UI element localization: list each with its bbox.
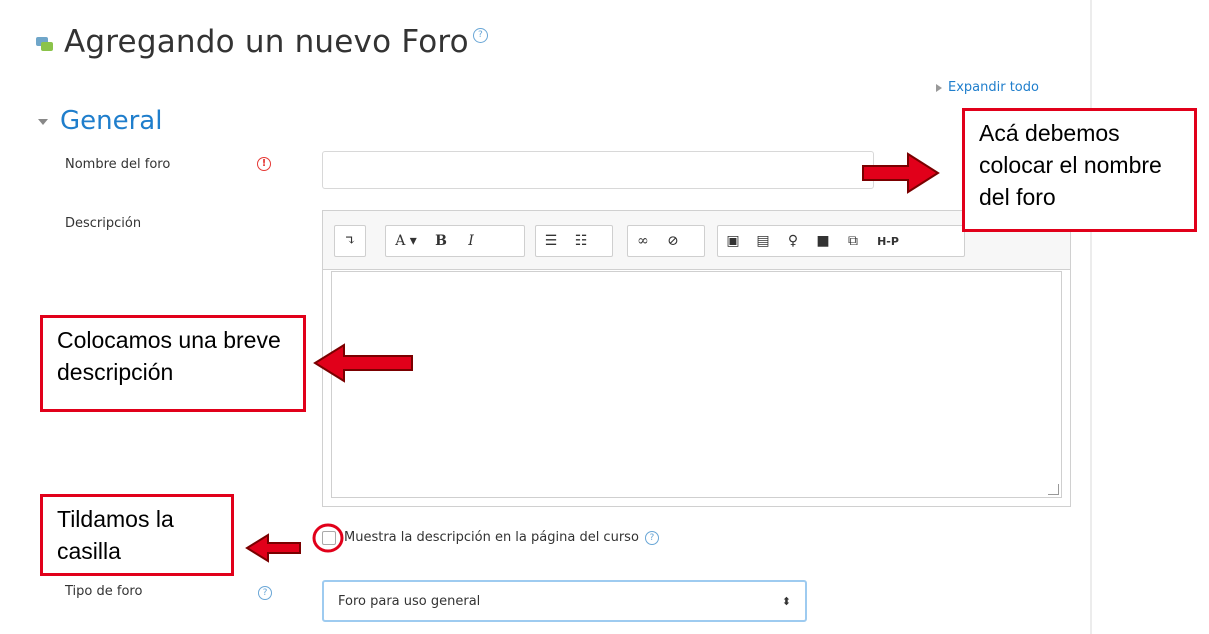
bold-button[interactable]: B <box>426 226 456 256</box>
annotation-name-note: Acá debemos colocar el nombre del foro <box>962 108 1197 232</box>
arrow-right-icon <box>862 152 940 194</box>
arrow-left-icon <box>245 533 301 563</box>
show-description-label: Muestra la descripción en la página del … <box>344 530 639 545</box>
unlink-button[interactable]: ⊘ <box>658 226 688 256</box>
h5p-button[interactable]: H-P <box>868 226 908 256</box>
record-audio-button[interactable]: ♀ <box>778 226 808 256</box>
arrow-left-icon <box>313 343 413 383</box>
annotation-description-note: Colocamos una breve descripción <box>40 315 306 412</box>
page-border <box>1090 0 1092 634</box>
toolbar-group-collapse: ↴ <box>334 225 366 257</box>
required-icon: ! <box>257 157 271 171</box>
toolbar-group-lists: ☰ ☷ <box>535 225 613 257</box>
paragraph-style-button[interactable]: A ▾ <box>386 226 426 256</box>
media-button[interactable]: ▤ <box>748 226 778 256</box>
expand-all-label: Expandir todo <box>948 80 1039 95</box>
help-icon[interactable]: ? <box>258 586 272 600</box>
forum-name-label: Nombre del foro <box>65 157 171 172</box>
link-button[interactable]: ∞ <box>628 226 658 256</box>
page-title: Agregando un nuevo Foro <box>64 24 469 60</box>
select-arrows-icon: ⬍ <box>781 594 791 608</box>
description-textarea[interactable] <box>331 271 1062 498</box>
section-title: General <box>60 106 163 136</box>
resize-handle[interactable] <box>1048 484 1059 495</box>
expand-all-link[interactable]: Expandir todo <box>936 80 1039 95</box>
forum-type-value: Foro para uso general <box>338 593 481 609</box>
editor-toolbar: ↴ A ▾ B I ☰ ☷ ∞ ⊘ ▣ ▤ ♀ ■ ⧉ H-P <box>323 211 1070 270</box>
italic-button[interactable]: I <box>456 226 486 256</box>
record-video-button[interactable]: ■ <box>808 226 838 256</box>
page-header: Agregando un nuevo Foro ? <box>36 24 488 60</box>
unordered-list-button[interactable]: ☰ <box>536 226 566 256</box>
forum-name-input[interactable] <box>322 151 874 189</box>
manage-files-button[interactable]: ⧉ <box>838 226 868 256</box>
toolbar-group-links: ∞ ⊘ <box>627 225 705 257</box>
collapse-toolbar-button[interactable]: ↴ <box>335 226 365 256</box>
description-editor: ↴ A ▾ B I ☰ ☷ ∞ ⊘ ▣ ▤ ♀ ■ ⧉ H-P <box>322 210 1071 507</box>
toolbar-group-media: ▣ ▤ ♀ ■ ⧉ H-P <box>717 225 965 257</box>
chevron-down-icon <box>38 119 48 125</box>
forum-type-label: Tipo de foro <box>65 584 143 599</box>
annotation-checkbox-note: Tildamos la casilla <box>40 494 234 576</box>
toolbar-group-format: A ▾ B I <box>385 225 525 257</box>
show-description-row: Muestra la descripción en la página del … <box>322 530 659 545</box>
help-icon[interactable]: ? <box>472 27 488 43</box>
image-button[interactable]: ▣ <box>718 226 748 256</box>
forum-icon <box>36 35 56 55</box>
ordered-list-button[interactable]: ☷ <box>566 226 596 256</box>
description-label: Descripción <box>65 216 142 231</box>
triangle-right-icon <box>936 83 942 92</box>
checkbox-highlight-circle <box>312 523 344 553</box>
help-icon[interactable]: ? <box>644 530 659 545</box>
forum-type-select[interactable]: Foro para uso general ⬍ <box>322 580 807 622</box>
section-general-header[interactable]: General <box>38 106 162 136</box>
